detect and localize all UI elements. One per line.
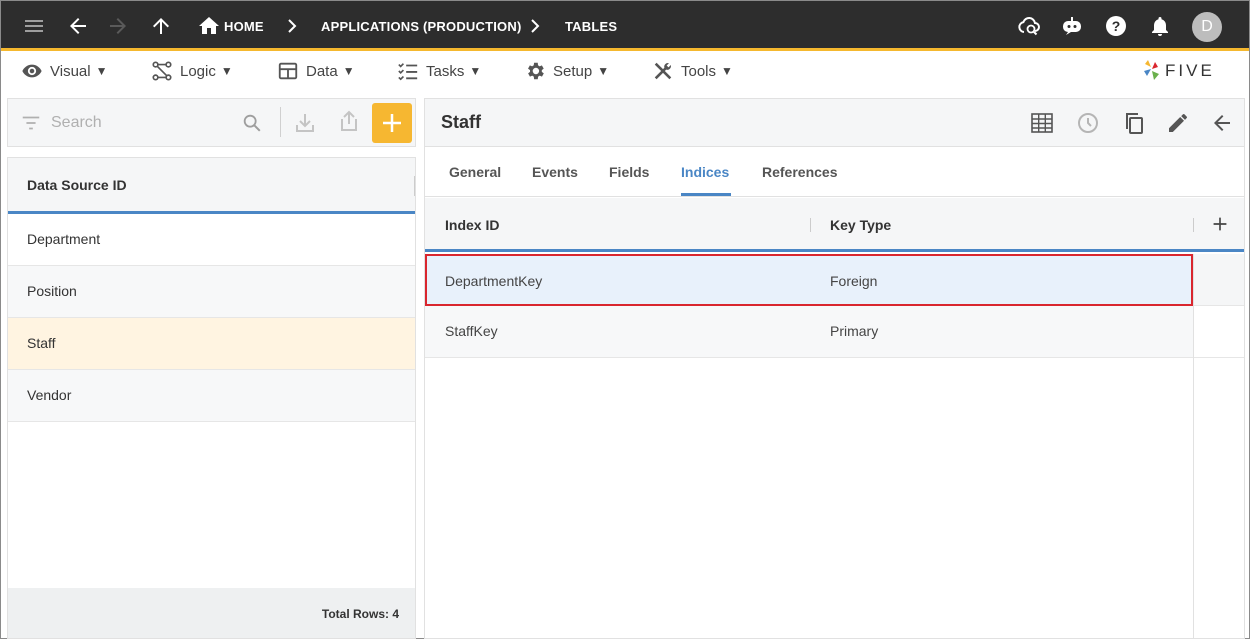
caret-icon: ▼ [469, 64, 482, 78]
five-logo: FIVE [1139, 58, 1231, 82]
list-header[interactable]: Data Source ID [8, 158, 415, 214]
plus-icon [1213, 217, 1227, 231]
column-divider [414, 176, 415, 196]
chevron-right-icon [280, 14, 304, 38]
tab-indices[interactable]: Indices [681, 164, 729, 180]
import-icon[interactable] [293, 111, 317, 135]
grid-divider [1193, 358, 1194, 638]
copy-icon[interactable] [1122, 111, 1146, 135]
list-item-selected[interactable]: Staff [8, 318, 415, 370]
eye-icon [22, 64, 42, 78]
breadcrumb-tables[interactable]: TABLES [565, 19, 617, 34]
cloud-sync-icon[interactable] [1017, 14, 1041, 38]
column-divider[interactable] [810, 218, 811, 232]
grid-view-icon[interactable] [1030, 111, 1054, 135]
caret-icon: ▼ [721, 64, 733, 78]
avatar[interactable]: D [1192, 12, 1222, 42]
list-item-label: Vendor [27, 387, 72, 403]
tab-references[interactable]: References [762, 164, 838, 180]
active-tab-indicator [681, 193, 731, 196]
menu-logic[interactable]: Logic ▼ [151, 54, 233, 88]
menu-visual[interactable]: Visual ▼ [21, 54, 107, 88]
chevron-right-icon [523, 14, 547, 38]
toolbar-divider [280, 107, 281, 137]
tab-general[interactable]: General [449, 164, 501, 180]
list-item[interactable]: Position [8, 266, 415, 318]
menu-icon[interactable] [22, 14, 46, 38]
column-header-index-id[interactable]: Index ID [445, 217, 499, 233]
list-item-label: Department [27, 231, 101, 247]
list-item[interactable]: Vendor [8, 370, 415, 422]
row-actions-column [1193, 254, 1244, 358]
list-item-label: Staff [27, 335, 56, 351]
plus-icon [383, 114, 401, 132]
cell-index-id: DepartmentKey [445, 273, 543, 289]
menu-setup-label: Setup [553, 62, 593, 80]
help-icon[interactable]: ? [1104, 14, 1128, 38]
add-row-button[interactable] [1209, 213, 1231, 235]
list-item-label: Position [27, 283, 77, 299]
back-arrow-icon[interactable] [1210, 111, 1234, 135]
menu-tools-label: Tools [681, 62, 717, 80]
data-source-list: Data Source ID Department Position Staff… [7, 157, 416, 639]
menu-visual-label: Visual [50, 62, 91, 80]
record-panel: Staff General Events Fields Indices Refe… [424, 98, 1245, 639]
tab-bar: General Events Fields Indices References [425, 148, 1244, 197]
table-icon [278, 62, 298, 80]
chat-bot-icon[interactable] [1060, 14, 1084, 38]
column-header-key-type[interactable]: Key Type [830, 217, 891, 233]
menu-data-label: Data [306, 62, 338, 80]
cell-key-type: Primary [830, 323, 879, 339]
menu-tasks-label: Tasks [426, 62, 465, 80]
filter-icon[interactable] [20, 112, 42, 134]
caret-icon: ▼ [95, 64, 108, 78]
tools-icon [654, 62, 672, 80]
checklist-icon [398, 63, 418, 81]
gear-icon [528, 62, 544, 80]
table-row-selected[interactable]: DepartmentKey Foreign [425, 254, 1193, 306]
breadcrumb-applications[interactable]: APPLICATIONS (PRODUCTION) [321, 19, 521, 34]
svg-text:?: ? [1112, 18, 1121, 34]
menu-bar: Visual ▼ Logic ▼ Data ▼ Tasks ▼ Setup ▼ … [1, 54, 1249, 91]
list-item[interactable]: Department [8, 214, 415, 266]
left-toolbar: Search [7, 98, 416, 147]
export-icon[interactable] [337, 109, 361, 133]
caret-icon: ▼ [342, 64, 355, 78]
add-button[interactable] [372, 103, 412, 143]
list-footer: Total Rows: 4 [8, 588, 415, 638]
tab-fields[interactable]: Fields [609, 164, 649, 180]
menu-tasks[interactable]: Tasks ▼ [397, 54, 481, 88]
row-action-cell [1194, 306, 1244, 358]
page-title: Staff [441, 112, 481, 132]
home-icon[interactable] [197, 14, 221, 38]
up-arrow-icon[interactable] [149, 14, 173, 38]
search-input[interactable]: Search [51, 114, 102, 132]
history-icon[interactable] [1076, 111, 1100, 135]
row-action-cell [1194, 254, 1244, 306]
total-rows: Total Rows: 4 [321, 607, 399, 621]
logic-icon [152, 61, 172, 81]
column-divider[interactable] [1193, 218, 1194, 232]
search-icon[interactable] [241, 112, 263, 134]
indices-grid-header: Index ID Key Type [425, 198, 1244, 252]
forward-arrow-icon[interactable] [106, 14, 130, 38]
cell-index-id: StaffKey [445, 323, 498, 339]
menu-tools[interactable]: Tools ▼ [652, 54, 733, 88]
column-header-data-source-id: Data Source ID [27, 177, 127, 193]
tab-events[interactable]: Events [532, 164, 578, 180]
caret-icon: ▼ [220, 64, 233, 78]
cell-key-type: Foreign [830, 273, 878, 289]
record-header: Staff [425, 99, 1244, 147]
logo-text: FIVE [1165, 61, 1215, 80]
back-arrow-icon[interactable] [66, 14, 90, 38]
menu-setup[interactable]: Setup ▼ [524, 54, 609, 88]
table-row[interactable]: StaffKey Primary [425, 306, 1193, 358]
menu-logic-label: Logic [180, 62, 216, 80]
caret-icon: ▼ [597, 64, 610, 78]
menu-data[interactable]: Data ▼ [277, 54, 355, 88]
top-bar: HOME APPLICATIONS (PRODUCTION) TABLES ? … [1, 1, 1249, 51]
edit-icon[interactable] [1166, 111, 1190, 135]
breadcrumb-home[interactable]: HOME [224, 19, 264, 34]
bell-icon[interactable] [1148, 14, 1172, 38]
